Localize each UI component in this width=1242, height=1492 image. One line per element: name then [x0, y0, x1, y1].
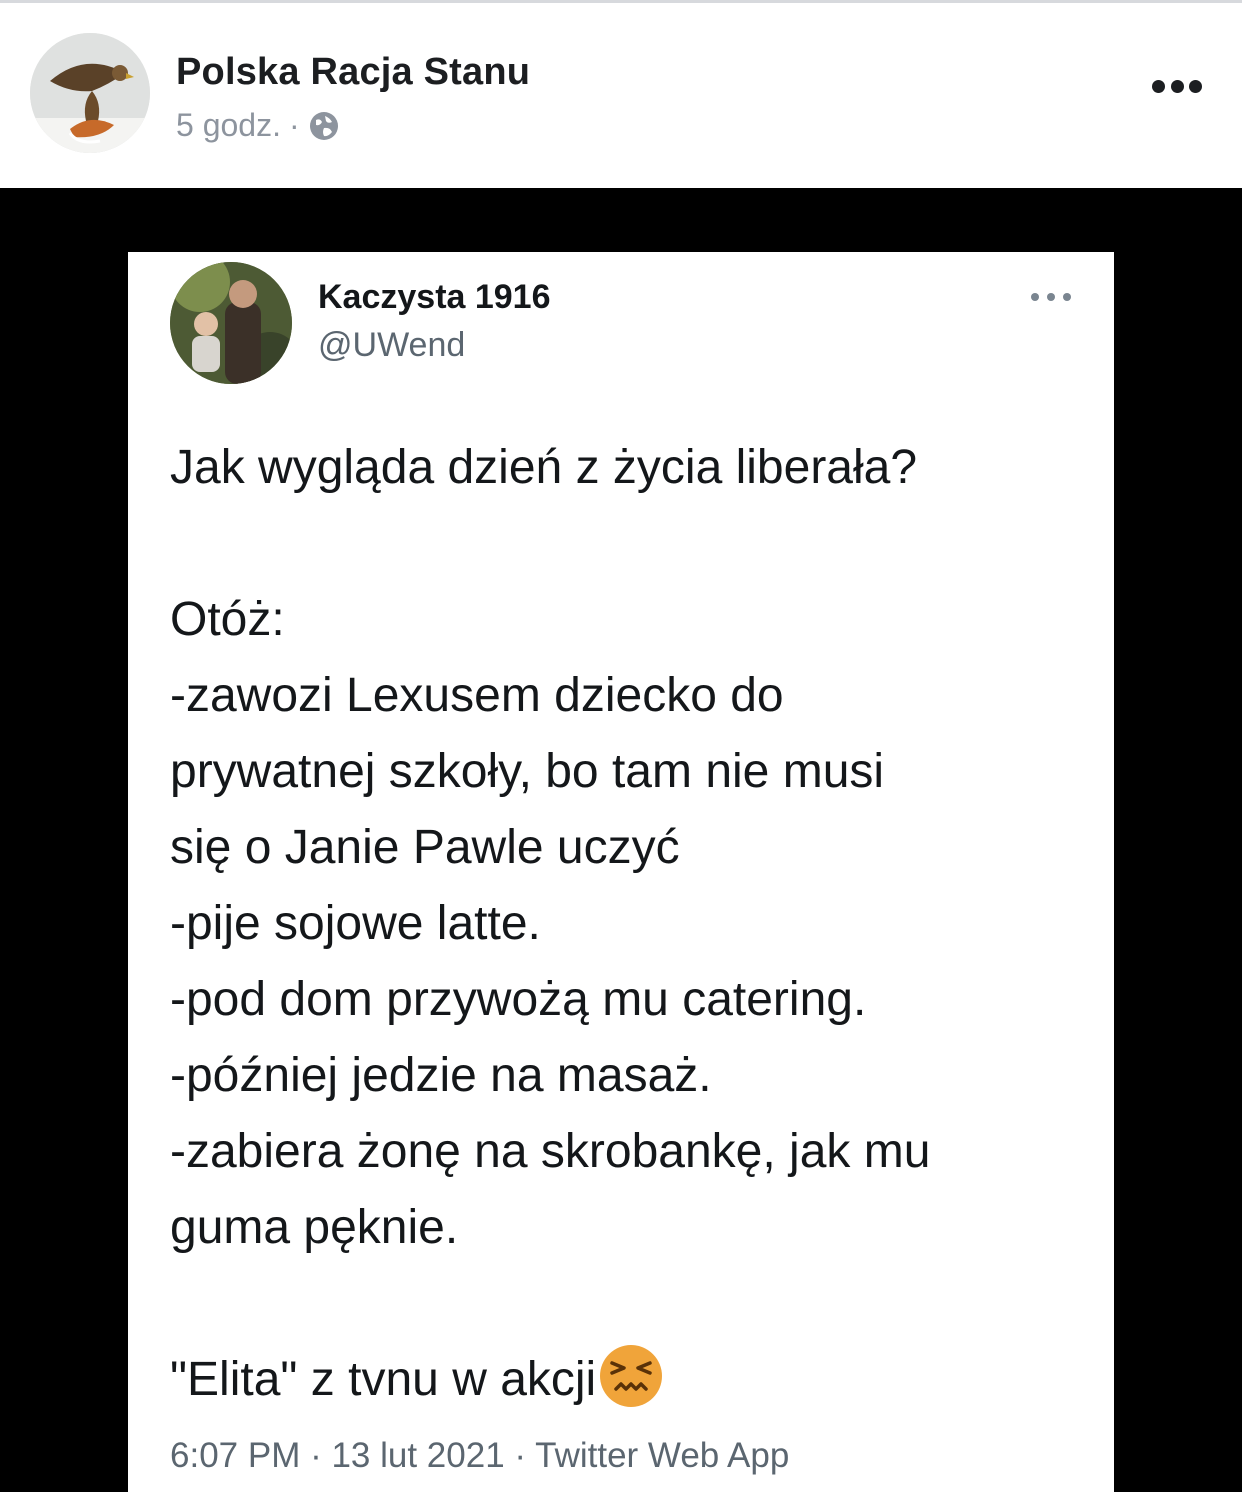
- profile-photo-image: [170, 262, 292, 384]
- tweet-line: -pije sojowe latte.: [170, 897, 541, 950]
- page-name-link[interactable]: Polska Racja Stanu: [176, 51, 530, 94]
- tweet-card: Kaczysta 1916 @UWend Jak wygląda dzień z…: [128, 252, 1114, 1492]
- tweet-line: -zabiera żonę na skrobankę, jak mu: [170, 1125, 931, 1178]
- more-horizontal-icon[interactable]: [1152, 71, 1202, 101]
- tweet-more-icon: [1031, 292, 1071, 302]
- tweet-handle: @UWend: [318, 326, 466, 364]
- post-image[interactable]: Kaczysta 1916 @UWend Jak wygląda dzień z…: [0, 188, 1242, 1492]
- eagle-avatar-image: [30, 33, 150, 153]
- post-header: Polska Racja Stanu 5 godz. ·: [0, 3, 1242, 188]
- tweet-line: Otóż:: [170, 593, 285, 646]
- tweet-last-line: "Elita" z tvnu w akcji: [170, 1342, 1090, 1418]
- tweet-line: guma pęknie.: [170, 1201, 459, 1254]
- tweet-avatar: [170, 262, 292, 384]
- tweet-line: Jak wygląda dzień z życia liberała?: [170, 441, 918, 494]
- meta-separator: ·: [288, 107, 300, 143]
- tweet-display-name: Kaczysta 1916: [318, 278, 551, 316]
- tweet-line-text: "Elita" z tvnu w akcji: [170, 1353, 597, 1406]
- tweet-text: Jak wygląda dzień z życia liberała? Otóż…: [170, 430, 1090, 1418]
- tweet-line: -pod dom przywożą mu catering.: [170, 973, 867, 1026]
- tweet-line: -później jedzie na masaż.: [170, 1049, 712, 1102]
- tweet-line: -zawozi Lexusem dziecko do: [170, 669, 784, 722]
- post-meta: 5 godz. ·: [176, 107, 340, 144]
- tweet-line: się o Janie Pawle uczyć: [170, 821, 680, 874]
- post-timestamp[interactable]: 5 godz.: [176, 107, 281, 144]
- tweet-footer-meta: 6:07 PM · 13 lut 2021 · Twitter Web App: [170, 1436, 790, 1475]
- confounded-face-icon: [600, 1345, 663, 1407]
- page-avatar[interactable]: [30, 33, 150, 153]
- globe-icon: [309, 111, 338, 140]
- tweet-line: prywatnej szkoły, bo tam nie musi: [170, 745, 885, 798]
